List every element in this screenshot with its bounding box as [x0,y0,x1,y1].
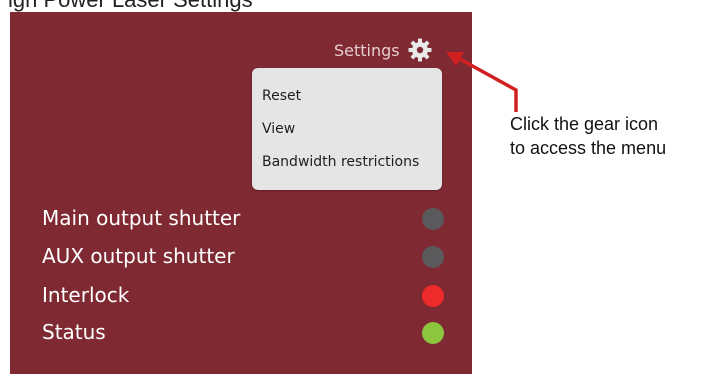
callout-line-2: to access the menu [510,138,667,158]
callout-arrow [446,52,518,112]
callout-text: Click the gear icon to access the menu [510,112,666,160]
stage: igh Power Laser Settings Settings Reset … [0,0,714,385]
callout-line-1: Click the gear icon [510,114,659,134]
